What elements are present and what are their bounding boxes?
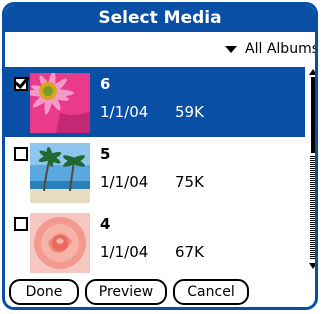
item-name: 4 [100,215,111,233]
scrollbar-track[interactable] [310,155,315,259]
item-size: 75K [175,173,204,191]
item-name: 6 [100,75,111,93]
media-list-item[interactable]: 5 1/1/04 75K [5,137,305,207]
album-filter-dropdown[interactable]: All Albums [225,38,318,60]
scroll-up-arrow-icon[interactable] [309,69,315,75]
item-size: 59K [175,103,204,121]
scrollbar-thumb[interactable] [311,77,315,153]
cancel-button[interactable]: Cancel [173,279,249,305]
flower-thumbnail [30,73,90,133]
done-button[interactable]: Done [9,279,79,305]
item-name: 5 [100,145,111,163]
dialog-title: Select Media [5,5,315,32]
dialog-frame: Select Media All Albums 6 1/1/04 59K 5 1… [2,2,318,310]
list-scrollbar[interactable] [307,69,315,269]
item-checkbox[interactable] [14,147,28,161]
item-size: 67K [175,243,204,261]
item-date: 1/1/04 [100,173,149,191]
media-list-item[interactable]: 6 1/1/04 59K [5,67,305,137]
button-bar: Done Preview Cancel [5,279,305,305]
preview-button[interactable]: Preview [85,279,167,305]
media-list-item[interactable]: 4 1/1/04 67K [5,207,305,277]
item-date: 1/1/04 [100,103,149,121]
rose-thumbnail [30,213,90,273]
item-checkbox[interactable] [14,77,28,91]
album-filter-label: All Albums [245,41,318,57]
item-date: 1/1/04 [100,243,149,261]
scroll-down-arrow-icon[interactable] [309,263,315,269]
item-checkbox[interactable] [14,217,28,231]
media-list: 6 1/1/04 59K 5 1/1/04 75K 4 1/1/04 67K [5,67,305,273]
triangle-down-icon [225,45,238,53]
beach-thumbnail [30,143,90,203]
